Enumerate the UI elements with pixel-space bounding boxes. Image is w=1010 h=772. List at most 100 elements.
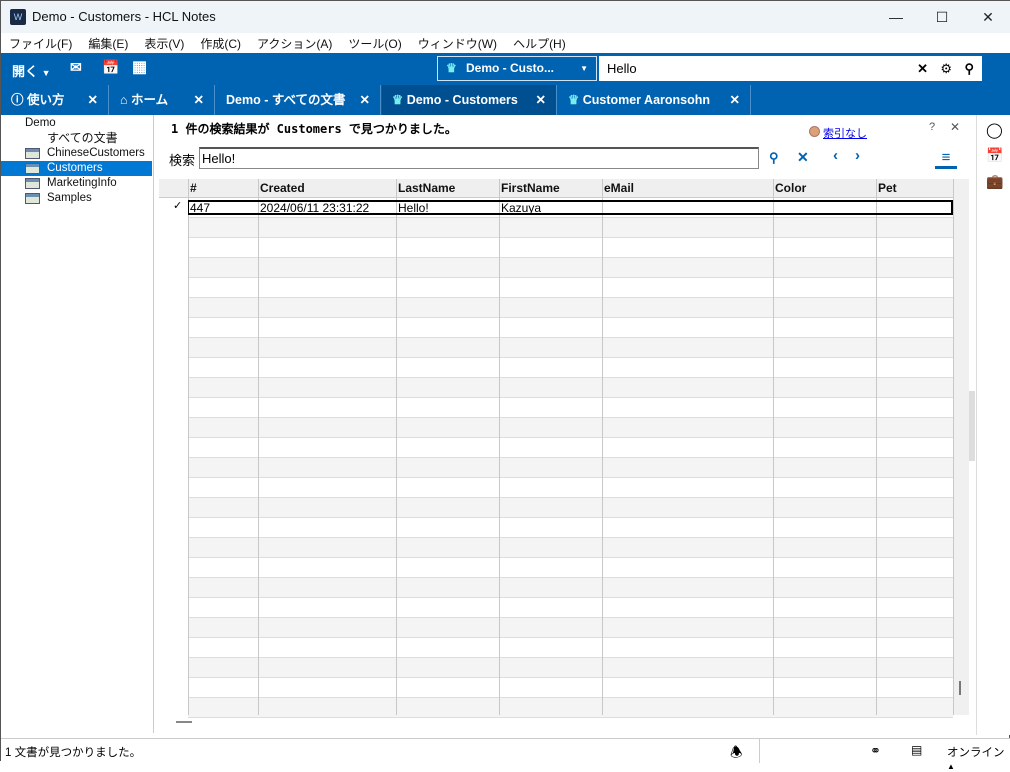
open-label: 開く [12,64,39,79]
table-row[interactable] [188,518,953,538]
calendar-icon[interactable]: 📅 [102,59,119,76]
column-header[interactable]: FirstName [499,179,602,197]
table-row[interactable] [188,358,953,378]
clear-icon[interactable]: ✕ [917,56,928,81]
table-row[interactable] [188,438,953,458]
navigator-pane: Demo すべての文書 ChineseCustomers Customers M… [1,115,154,733]
selected-row-outline [188,200,953,215]
key-icon[interactable]: ⚭ [870,743,881,759]
menu-create[interactable]: 作成(C) [192,33,249,53]
column-divider [396,179,397,715]
table-row[interactable] [188,478,953,498]
table-row[interactable] [188,338,953,358]
table-row[interactable] [188,658,953,678]
column-header[interactable]: eMail [602,179,773,197]
table-row[interactable] [188,678,953,698]
menu-view[interactable]: 表示(V) [136,33,192,53]
briefcase-icon[interactable]: 💼 [986,173,1003,190]
pane-resize-handle[interactable] [969,391,975,461]
vertical-scrollbar[interactable] [954,179,969,715]
column-header[interactable]: Pet [876,179,953,197]
table-row[interactable] [188,378,953,398]
table-row[interactable] [188,318,953,338]
nav-item-customers[interactable]: Customers [1,161,152,176]
close-tab-icon[interactable]: ✕ [194,85,204,115]
close-tab-icon[interactable]: ✕ [360,85,370,115]
table-row[interactable] [188,538,953,558]
column-header[interactable]: # [188,179,258,197]
minimize-button[interactable]: — [873,1,919,33]
database-selector-label: Demo - Custo... [466,61,555,75]
calendar-icon[interactable]: 📅 [986,147,1003,164]
close-window-button[interactable]: ✕ [965,1,1010,33]
menu-help[interactable]: ヘルプ(H) [505,33,574,53]
table-row[interactable] [188,558,953,578]
table-row[interactable] [188,638,953,658]
table-row[interactable] [188,298,953,318]
nav-item-chinesecustomers[interactable]: ChineseCustomers [1,146,152,161]
open-button[interactable]: 開く ▼ [12,61,51,80]
table-row[interactable] [188,398,953,418]
filter-settings-icon[interactable]: ⚙ [940,56,952,81]
tab-home[interactable]: ⌂ ホーム ✕ [110,85,215,115]
apps-grid-icon[interactable]: ▦ [132,57,147,77]
column-header[interactable]: Created [258,179,396,197]
database-icon: ♛ [446,61,457,75]
mail-icon[interactable]: ✉ [70,59,82,76]
notification-bell-icon[interactable]: 🕭 [730,742,743,766]
horizontal-scrollbar-thumb[interactable] [176,721,192,723]
menu-actions[interactable]: アクション(A) [249,33,340,53]
menu-window[interactable]: ウィンドウ(W) [410,33,505,53]
close-tab-icon[interactable]: ✕ [88,85,98,115]
scrollbar-thumb[interactable] [959,681,961,695]
nav-item-samples[interactable]: Samples [1,191,152,206]
online-label: オンライン [947,747,1005,759]
table-row[interactable] [188,598,953,618]
table-row[interactable] [188,218,953,238]
table-row[interactable] [188,258,953,278]
menu-edit[interactable]: 編集(E) [80,33,136,53]
table-row[interactable] [188,618,953,638]
title-bar: W Demo - Customers - HCL Notes — ☐ ✕ [1,1,1010,33]
nav-root[interactable]: Demo [1,116,152,131]
search-icon[interactable]: ⚲ [769,150,779,166]
nav-item-marketinginfo[interactable]: MarketingInfo [1,176,152,191]
table-row[interactable] [188,418,953,438]
tab-all-documents[interactable]: Demo - すべての文書 ✕ [216,85,381,115]
close-search-button[interactable]: ✕ [950,120,960,134]
table-row[interactable] [188,578,953,598]
location-icon[interactable]: ▤ [911,743,922,757]
menu-file[interactable]: ファイル(F) [1,33,80,53]
search-options-icon[interactable]: ≡ [935,149,957,169]
menu-tools[interactable]: ツール(O) [340,33,409,53]
table-row[interactable] [188,458,953,478]
search-icon[interactable]: ⚲ [964,56,974,81]
index-status-icon [809,126,820,137]
maximize-button[interactable]: ☐ [919,1,965,33]
column-header[interactable]: Color [773,179,876,197]
tab-customers[interactable]: ♛ Demo - Customers ✕ [382,85,557,115]
help-button[interactable]: ? [929,121,935,133]
nav-label: MarketingInfo [47,177,117,189]
column-header[interactable]: LastName [396,179,499,197]
online-status[interactable]: オンライン ▲ [947,744,1010,772]
table-row[interactable] [188,278,953,298]
search-input[interactable]: Hello ✕ ⚙ ⚲ [599,56,982,81]
tab-label: Customer Aaronsohn [582,93,711,107]
index-link[interactable]: 索引なし [823,125,867,141]
next-result-icon[interactable]: › [855,147,860,164]
close-tab-icon[interactable]: ✕ [536,85,546,115]
clear-search-icon[interactable]: ✕ [797,149,809,166]
table-row[interactable] [188,238,953,258]
tab-getting-started[interactable]: ⓘ 使い方 ✕ [1,85,109,115]
tab-customer-aaronsohn[interactable]: ♛ Customer Aaronsohn ✕ [558,85,751,115]
database-selector[interactable]: ♛ Demo - Custo... ▼ [437,56,597,81]
table-row[interactable] [188,498,953,518]
chat-icon[interactable]: ◯ [986,121,1003,139]
nav-item-all-documents[interactable]: すべての文書 [1,131,152,146]
search-query-input[interactable]: Hello! [199,147,759,169]
column-divider [602,179,603,715]
close-tab-icon[interactable]: ✕ [730,85,740,115]
previous-result-icon[interactable]: ‹ [833,147,838,164]
table-row[interactable] [188,698,953,718]
